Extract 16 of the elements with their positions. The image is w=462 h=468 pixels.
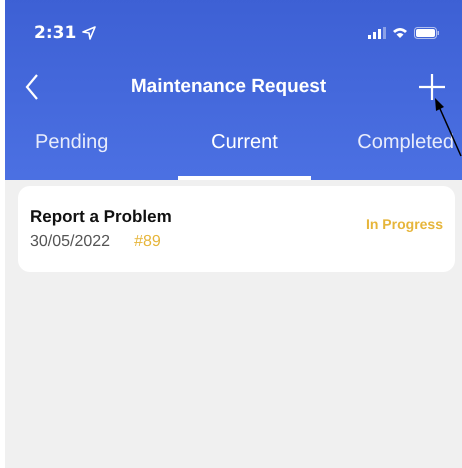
- tab[interactable]: Pending: [5, 120, 168, 180]
- request-date: 30/05/2022: [30, 233, 110, 251]
- request-card[interactable]: Report a Problem 30/05/2022 #89 In Progress: [18, 186, 455, 272]
- location-arrow-icon: [82, 26, 96, 40]
- tab[interactable]: Current: [178, 120, 311, 180]
- screen-title: Maintenance Request: [130, 76, 326, 98]
- add-button[interactable]: [418, 73, 446, 101]
- back-button[interactable]: [25, 73, 39, 101]
- battery-icon: [414, 27, 440, 39]
- status-time: 2:31: [34, 23, 76, 43]
- request-title: Report a Problem: [30, 207, 172, 227]
- tab[interactable]: Completed: [321, 120, 462, 180]
- request-status: In Progress: [366, 216, 443, 232]
- signal-icon: [368, 27, 386, 39]
- wifi-icon: [392, 27, 408, 39]
- request-number: #89: [134, 233, 161, 251]
